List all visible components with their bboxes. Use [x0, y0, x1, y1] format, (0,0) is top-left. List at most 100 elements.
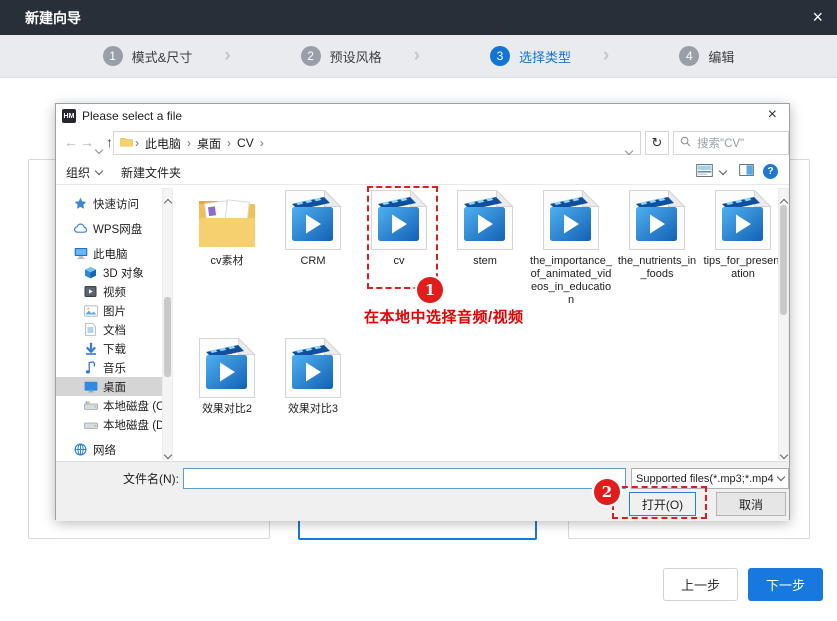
step-number-badge: 2: [301, 46, 321, 66]
breadcrumb-item[interactable]: 此电脑: [145, 135, 181, 152]
filename-input[interactable]: [183, 468, 626, 489]
folder-icon: [197, 187, 257, 251]
address-caret-icon[interactable]: [626, 141, 632, 159]
new-folder-button[interactable]: 新建文件夹: [121, 164, 181, 181]
history-caret-icon[interactable]: [96, 139, 102, 157]
new-folder-label: 新建文件夹: [121, 164, 181, 181]
window-close-icon[interactable]: ×: [812, 7, 823, 27]
music-icon: [83, 361, 98, 375]
file-item-tips_for_presentation[interactable]: tips_for_presentation: [700, 187, 786, 335]
step-label: 模式&尺寸: [132, 47, 193, 66]
video-file-icon: [628, 187, 686, 251]
file-name-label: 效果对比2: [185, 403, 269, 416]
file-item-效果对比3[interactable]: 效果对比3: [270, 335, 356, 416]
files-scrollbar[interactable]: [778, 188, 789, 460]
sidebar: 快速访问 WPS网盘此电脑 3D 对象视频图片文档下载音乐桌面本地磁盘 (C:)本地…: [56, 194, 162, 459]
window-title: 新建向导: [25, 8, 81, 28]
breadcrumb: ›此电脑›桌面›CV›: [133, 135, 266, 152]
sidebar-item-文档[interactable]: 文档: [56, 320, 162, 339]
step-3: 3 选择类型: [490, 46, 571, 66]
annotation-badge-2: 2: [594, 479, 620, 505]
sidebar-item-音乐[interactable]: 音乐: [56, 358, 162, 377]
sidebar-item-label: 3D 对象: [103, 265, 144, 281]
sidebar-item-桌面[interactable]: 桌面: [56, 377, 162, 396]
file-item-CRM[interactable]: CRM: [270, 187, 356, 335]
dialog-close-icon[interactable]: ×: [768, 106, 777, 124]
video-icon: [83, 285, 98, 299]
step-number-badge: 4: [679, 46, 699, 66]
refresh-button[interactable]: ↻: [645, 131, 669, 155]
sidebar-item-label: 网络: [93, 442, 116, 458]
cancel-button[interactable]: 取消: [716, 492, 786, 516]
app-logo-icon: HM: [62, 109, 76, 123]
view-mode-button[interactable]: [696, 164, 726, 180]
organize-menu[interactable]: 组织: [66, 164, 102, 181]
sidebar-item-视频[interactable]: 视频: [56, 282, 162, 301]
sidebar-item-label: 快速访问: [93, 196, 139, 212]
breadcrumb-item[interactable]: 桌面: [197, 135, 221, 152]
sidebar-scrollbar[interactable]: [162, 188, 173, 460]
file-item-the_nutrients_in_foods[interactable]: the_nutrients_in_foods: [614, 187, 700, 335]
video-file-icon: [284, 335, 342, 399]
sidebar-item-此电脑[interactable]: 此电脑: [56, 244, 162, 263]
sidebar-item-label: 下载: [103, 341, 126, 357]
prev-step-button[interactable]: 上一步: [663, 568, 738, 601]
step-2: 2 预设风格: [301, 46, 382, 66]
dialog-toolbar: 组织 新建文件夹 ?: [56, 160, 789, 185]
address-bar[interactable]: ›此电脑›桌面›CV›: [113, 131, 641, 155]
step-label: 预设风格: [330, 47, 382, 66]
sidebar-item-本地磁盘 (C:)[interactable]: 本地磁盘 (C:): [56, 396, 162, 415]
sidebar-item-快速访问[interactable]: 快速访问: [56, 194, 162, 213]
sidebar-item-label: 视频: [103, 284, 126, 300]
sidebar-item-图片[interactable]: 图片: [56, 301, 162, 320]
file-item-cv素材[interactable]: cv素材: [184, 187, 270, 335]
drive-icon: [83, 418, 98, 432]
next-step-button[interactable]: 下一步: [748, 568, 823, 601]
sidebar-item-本地磁盘 (D:)[interactable]: 本地磁盘 (D:): [56, 415, 162, 434]
file-name-label: tips_for_presentation: [701, 255, 785, 281]
search-box[interactable]: 搜索"CV": [673, 131, 789, 155]
back-icon[interactable]: ←: [64, 133, 78, 151]
refresh-icon: ↻: [652, 135, 663, 151]
help-button[interactable]: ?: [763, 164, 778, 179]
filename-label: 文件名(N):: [56, 470, 179, 487]
app-window: 新建向导 × 1模式&尺寸›2预设风格›3选择类型›4编辑 上一步 下一步 HM…: [0, 0, 837, 621]
sidebar-item-WPS网盘[interactable]: WPS网盘: [56, 219, 162, 238]
step-label: 选择类型: [519, 47, 571, 66]
step-label: 编辑: [708, 47, 734, 66]
step-separator-icon: ›: [224, 46, 230, 65]
preview-pane-button[interactable]: [739, 164, 754, 179]
network-icon: [73, 443, 88, 457]
preview-pane-icon: [739, 164, 754, 179]
sidebar-item-label: WPS网盘: [93, 221, 142, 237]
sidebar-item-label: 桌面: [103, 379, 126, 395]
sidebar-item-网络[interactable]: 网络: [56, 440, 162, 459]
forward-icon[interactable]: →: [80, 133, 94, 151]
sidebar-item-3D 对象[interactable]: 3D 对象: [56, 263, 162, 282]
help-icon: ?: [763, 164, 778, 179]
file-item-the_importance_of_animated_videos_in_education[interactable]: the_importance_of_animated_videos_in_edu…: [528, 187, 614, 335]
file-item-效果对比2[interactable]: 效果对比2: [184, 335, 270, 416]
sidebar-item-下载[interactable]: 下载: [56, 339, 162, 358]
up-icon[interactable]: ↑: [106, 133, 113, 151]
crumb-separator-icon: ›: [227, 136, 231, 150]
step-separator-icon: ›: [603, 46, 609, 65]
step-number-badge: 3: [490, 46, 510, 66]
file-name-label: the_nutrients_in_foods: [615, 255, 699, 281]
step-1: 1模式&尺寸: [103, 46, 193, 66]
download-icon: [83, 342, 98, 356]
annotation-badge-1: 1: [417, 277, 443, 303]
sidebar-item-label: 图片: [103, 303, 126, 319]
breadcrumb-item[interactable]: CV: [237, 136, 254, 150]
file-name-label: stem: [443, 255, 527, 268]
video-file-icon: [714, 187, 772, 251]
drive-c-icon: [83, 399, 98, 413]
video-file-icon: [284, 187, 342, 251]
step-4: 4 编辑: [679, 46, 734, 66]
file-dialog-titlebar: HM Please select a file ×: [56, 104, 789, 128]
cloud-icon: [73, 222, 88, 236]
window-titlebar: 新建向导 ×: [0, 0, 837, 35]
filetype-value: Supported files(*.mp3;*.mp4: [636, 473, 774, 485]
annotation-box-open: [612, 486, 707, 519]
crumb-separator-icon: ›: [135, 136, 139, 150]
